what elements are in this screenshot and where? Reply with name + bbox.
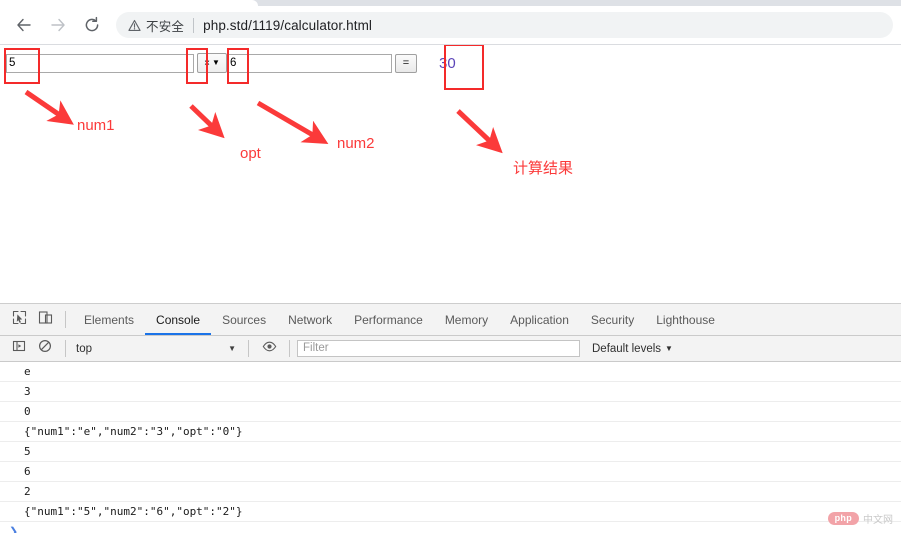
devtools-tabbar: Elements Console Sources Network Perform… (0, 304, 901, 336)
arrow-right-icon (49, 16, 67, 34)
console-log-row: 2 (0, 482, 901, 502)
result-value: 30 (439, 55, 456, 72)
tab-elements[interactable]: Elements (73, 305, 145, 335)
devtools-panel: Elements Console Sources Network Perform… (0, 303, 901, 533)
page-viewport: × ▼ = 30 num1 opt num2 计算结 (0, 45, 901, 303)
console-toolbar-divider-1 (65, 340, 66, 357)
chevron-down-icon: ▼ (228, 344, 236, 353)
address-bar[interactable]: 不安全 php.std/1119/calculator.html (116, 12, 893, 38)
calculator-form: × ▼ = 30 (6, 49, 896, 77)
inspect-element-icon (12, 310, 27, 330)
console-log-row: 0 (0, 402, 901, 422)
device-toolbar-button[interactable] (32, 307, 58, 333)
inspect-element-button[interactable] (6, 307, 32, 333)
annotation-arrows (0, 45, 901, 303)
forward-button[interactable] (44, 11, 72, 39)
execution-context-value: top (76, 343, 92, 355)
browser-window: 不安全 php.std/1119/calculator.html × ▼ = 3… (0, 0, 901, 532)
tab-security[interactable]: Security (580, 305, 645, 335)
tab-sources[interactable]: Sources (211, 305, 277, 335)
clear-console-button[interactable] (32, 336, 58, 362)
console-log-row: 3 (0, 382, 901, 402)
warning-triangle-icon (128, 19, 141, 32)
tab-performance[interactable]: Performance (343, 305, 434, 335)
tab-application[interactable]: Application (499, 305, 580, 335)
live-expression-button[interactable] (256, 336, 282, 362)
chevron-down-icon: ▼ (212, 59, 220, 67)
reload-button[interactable] (78, 11, 106, 39)
tab-memory[interactable]: Memory (434, 305, 499, 335)
reload-icon (83, 16, 101, 34)
arrow-left-icon (15, 16, 33, 34)
console-output[interactable]: e 3 0 {"num1":"e","num2":"3","opt":"0"} … (0, 362, 901, 533)
annotation-label-num1: num1 (77, 117, 115, 134)
tab-lighthouse[interactable]: Lighthouse (645, 305, 726, 335)
clear-console-icon (38, 339, 52, 358)
console-log-row: 6 (0, 462, 901, 482)
console-toolbar: top ▼ Filter Default levels ▼ (0, 336, 901, 362)
num1-input[interactable] (6, 54, 194, 73)
device-toolbar-icon (38, 310, 53, 330)
operator-value: × (204, 58, 210, 69)
console-sidebar-icon (12, 339, 26, 358)
num2-input[interactable] (227, 54, 392, 73)
url-text: php.std/1119/calculator.html (203, 18, 372, 33)
prompt-caret-icon: ❯ (9, 527, 18, 533)
browser-toolbar: 不安全 php.std/1119/calculator.html (0, 6, 901, 45)
console-toolbar-divider-3 (289, 340, 290, 357)
filter-input[interactable]: Filter (297, 340, 580, 357)
security-label: 不安全 (146, 16, 184, 35)
log-levels-label: Default levels (592, 343, 661, 355)
operator-select[interactable]: × ▼ (197, 53, 227, 73)
omnibox-divider (193, 18, 194, 33)
console-log-row: 5 (0, 442, 901, 462)
annotation-label-result: 计算结果 (513, 157, 573, 178)
execution-context-select[interactable]: top ▼ (73, 340, 241, 358)
console-sidebar-button[interactable] (6, 336, 32, 362)
back-button[interactable] (10, 11, 38, 39)
console-prompt[interactable]: ❯ (0, 522, 901, 533)
log-levels-select[interactable]: Default levels ▼ (592, 343, 673, 355)
console-log-row: {"num1":"e","num2":"3","opt":"0"} (0, 422, 901, 442)
annotation-label-opt: opt (240, 145, 261, 162)
tab-network[interactable]: Network (277, 305, 343, 335)
annotation-label-num2: num2 (337, 135, 375, 152)
tabbar-divider (65, 311, 66, 328)
console-log-row: e (0, 362, 901, 382)
tab-console[interactable]: Console (145, 305, 211, 335)
equals-button[interactable]: = (395, 54, 417, 73)
chevron-down-icon: ▼ (665, 344, 673, 353)
console-toolbar-divider-2 (248, 340, 249, 357)
console-log-row: {"num1":"5","num2":"6","opt":"2"} (0, 502, 901, 522)
live-expression-eye-icon (262, 339, 277, 359)
